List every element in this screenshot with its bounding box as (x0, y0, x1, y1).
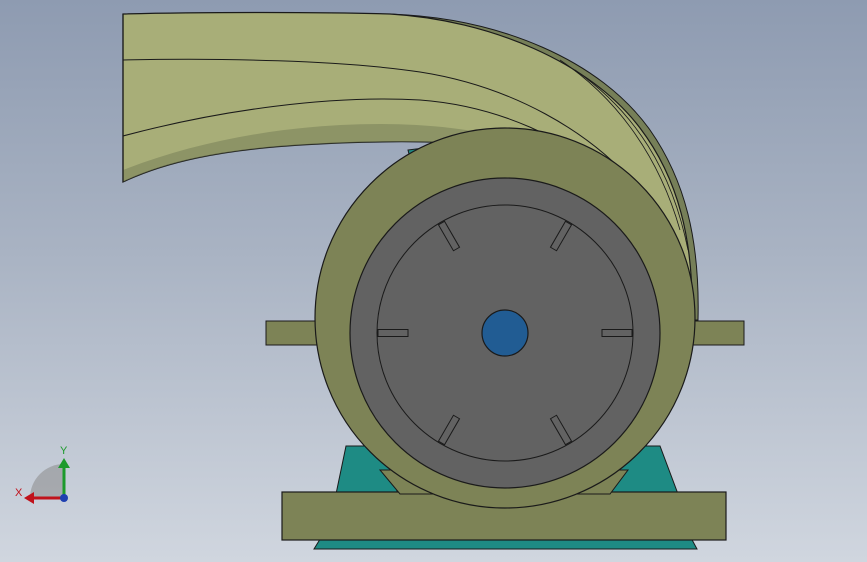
x-arrowhead-icon (24, 492, 34, 504)
orientation-triad[interactable]: Y X (15, 445, 70, 504)
y-arrowhead-icon (58, 458, 70, 468)
y-axis-label: Y (60, 445, 68, 457)
fan-model-scene[interactable]: Y X (0, 0, 867, 562)
blade-slot-1 (601, 329, 633, 337)
z-axis-dot-icon (60, 494, 68, 502)
graphics-viewport[interactable]: Y X (0, 0, 867, 562)
blade-slot-4 (377, 329, 409, 337)
x-axis-label: X (15, 487, 23, 499)
left-lug (265, 320, 323, 346)
triad-plane-icon (30, 464, 64, 498)
shaft-hub[interactable] (481, 309, 529, 357)
